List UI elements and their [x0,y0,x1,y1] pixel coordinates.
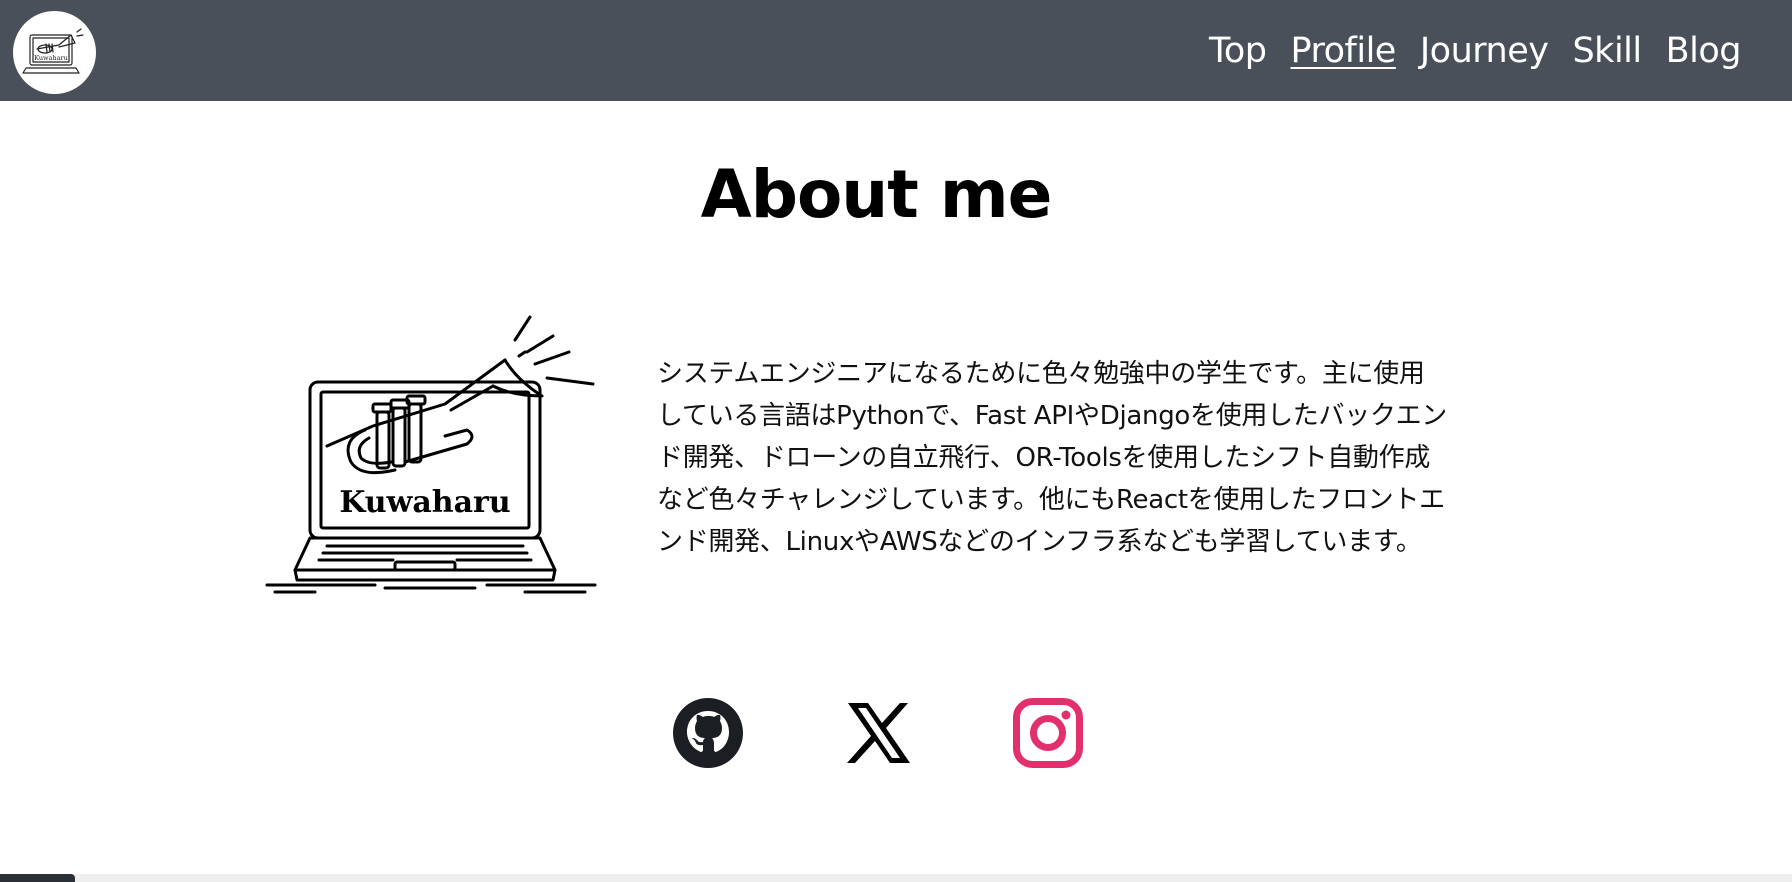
bio-text: システムエンジニアになるために色々勉強中の学生です。主に使用している言語はPyt… [657,359,1448,557]
profile-illustration: Kuwaharu [255,312,605,602]
nav-top[interactable]: Top [1209,26,1267,76]
instagram-link[interactable] [1012,697,1084,769]
github-link[interactable] [672,697,744,769]
instagram-icon [1013,698,1083,768]
laptop-trumpet-illustration-icon: Kuwaharu [265,315,597,594]
nav-profile[interactable]: Profile [1291,26,1397,76]
logo-text: Kuwaharu [34,54,68,62]
x-link[interactable] [842,697,914,769]
github-icon [673,698,743,768]
illustration-name-text: Kuwaharu [339,485,510,520]
nav-skill[interactable]: Skill [1572,26,1642,76]
nav-blog[interactable]: Blog [1666,26,1742,76]
nav-journey[interactable]: Journey [1420,26,1549,76]
site-logo[interactable]: Kuwaharu [13,11,96,94]
bottom-status-tab [0,874,75,882]
page-title: About me [700,156,1053,233]
bottom-scroll-area [0,874,1792,882]
top-navbar: Kuwaharu Top Profile Journey Skill Blog [0,0,1792,101]
laptop-trumpet-logo-icon: Kuwaharu [22,28,84,74]
main-nav: Top Profile Journey Skill Blog [1185,26,1742,76]
x-icon [847,703,910,763]
